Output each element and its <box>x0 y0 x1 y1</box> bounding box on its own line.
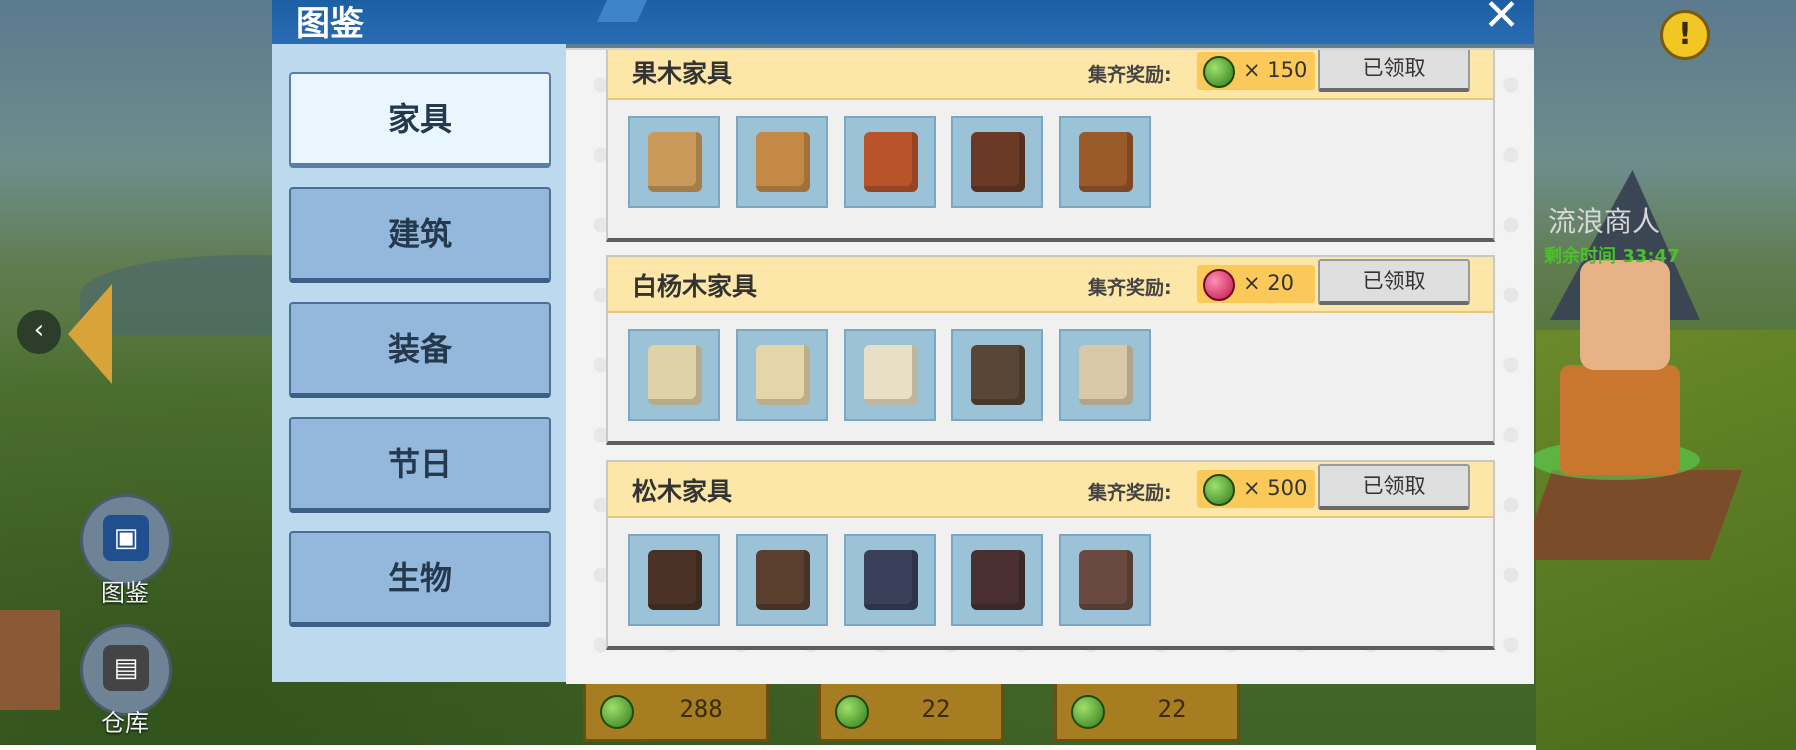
claimed-button[interactable]: 已领取 <box>1318 50 1470 92</box>
fireplace-item[interactable] <box>951 329 1043 421</box>
set-header: 果木家具 集齐奖励: × 150 已领取 <box>608 50 1493 100</box>
close-icon[interactable]: ✕ <box>1483 0 1520 41</box>
armchair-item[interactable] <box>844 534 936 626</box>
book-icon: ▣ <box>103 515 149 561</box>
category-holiday[interactable]: 节日 <box>289 417 551 513</box>
green-gem-icon <box>1203 56 1235 88</box>
dialog-title: 图鉴 <box>296 4 364 44</box>
npc-face <box>1580 260 1670 370</box>
reward-chip: × 150 <box>1197 52 1315 90</box>
codex-button-label: 图鉴 <box>101 579 149 607</box>
merchant-name: 流浪商人 <box>1548 205 1661 238</box>
codex-dialog: 图鉴 ✕ 家具 建筑 装备 节日 生物 果木家具 集齐奖励: × 150 已领取 <box>272 0 1534 684</box>
back-arrow-button[interactable]: ‹ <box>17 310 61 354</box>
reward-chip: × 500 <box>1197 470 1315 508</box>
storage-button-label: 仓库 <box>101 709 149 737</box>
reward-quantity: × 150 <box>1243 58 1308 82</box>
title-stripe <box>596 0 648 22</box>
dirt-block <box>1519 470 1743 560</box>
reward-quantity: × 20 <box>1243 271 1294 295</box>
set-card: 果木家具 集齐奖励: × 150 已领取 <box>606 50 1495 242</box>
cabinet-item[interactable] <box>1059 116 1151 208</box>
fireplace-item[interactable] <box>951 116 1043 208</box>
npc-body <box>1560 365 1680 475</box>
claimed-button[interactable]: 已领取 <box>1318 259 1470 305</box>
category-furniture[interactable]: 家具 <box>289 72 551 168</box>
furniture-set-list[interactable]: 果木家具 集齐奖励: × 150 已领取 白杨木家具 集齐奖励: × 20 已领… <box>566 48 1534 684</box>
currency-amount: 22 <box>1157 695 1187 723</box>
backpack-icon: ▤ <box>103 645 149 691</box>
currency-amount: 22 <box>921 695 951 723</box>
chair-item[interactable] <box>628 534 720 626</box>
reward-chip: × 20 <box>1197 265 1315 303</box>
warning-icon[interactable]: ! <box>1660 10 1710 60</box>
set-header: 松木家具 集齐奖励: × 500 已领取 <box>608 462 1493 518</box>
chair-item[interactable] <box>628 329 720 421</box>
triangle-left-icon[interactable] <box>68 284 112 384</box>
cabinet-item[interactable] <box>1059 534 1151 626</box>
chair-item[interactable] <box>628 116 720 208</box>
green-gem-icon <box>600 695 634 729</box>
category-building[interactable]: 建筑 <box>289 187 551 283</box>
claimed-button[interactable]: 已领取 <box>1318 464 1470 510</box>
armchair-item[interactable] <box>844 116 936 208</box>
category-creature[interactable]: 生物 <box>289 531 551 627</box>
currency-amount: 288 <box>679 695 723 723</box>
currency-chip: 22 <box>818 680 1004 742</box>
category-panel: 家具 建筑 装备 节日 生物 <box>272 44 566 682</box>
green-gem-icon <box>1071 695 1105 729</box>
armchair-item[interactable] <box>844 329 936 421</box>
table-item[interactable] <box>736 116 828 208</box>
reward-label: 集齐奖励: <box>1088 482 1172 504</box>
fireplace-item[interactable] <box>951 534 1043 626</box>
dialog-title-bar: 图鉴 ✕ <box>272 0 1534 44</box>
reward-label: 集齐奖励: <box>1088 277 1172 299</box>
green-gem-icon <box>1203 474 1235 506</box>
table-item[interactable] <box>736 534 828 626</box>
category-equipment[interactable]: 装备 <box>289 302 551 398</box>
set-card: 白杨木家具 集齐奖励: × 20 已领取 <box>606 255 1495 445</box>
set-card: 松木家具 集齐奖励: × 500 已领取 <box>606 460 1495 650</box>
reward-quantity: × 500 <box>1243 476 1308 500</box>
set-header: 白杨木家具 集齐奖励: × 20 已领取 <box>608 257 1493 313</box>
reward-label: 集齐奖励: <box>1088 64 1172 86</box>
table-item[interactable] <box>736 329 828 421</box>
currency-chip: 288 <box>583 680 769 742</box>
dirt-block-left <box>0 610 60 710</box>
set-name: 松木家具 <box>632 477 733 506</box>
set-name: 白杨木家具 <box>632 272 758 301</box>
set-name: 果木家具 <box>632 59 733 88</box>
lips-icon <box>1203 269 1235 301</box>
currency-chip: 22 <box>1054 680 1240 742</box>
cabinet-item[interactable] <box>1059 329 1151 421</box>
green-gem-icon <box>835 695 869 729</box>
merchant-time-left: 剩余时间 33:47 <box>1544 246 1680 267</box>
